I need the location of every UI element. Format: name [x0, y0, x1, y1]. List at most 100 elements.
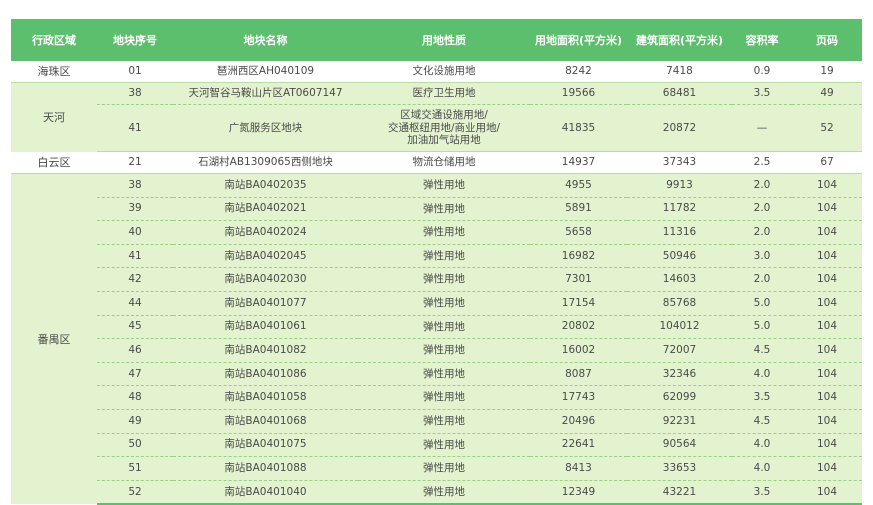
far-cell: — [732, 104, 792, 152]
land-use-cell: 区域交通设施用地/交通枢纽用地/商业用地/加油加气站用地 [358, 104, 530, 152]
floor-area-cell: 20872 [627, 104, 732, 152]
far-cell: 4.5 [732, 338, 792, 363]
parcel-no-cell: 49 [97, 409, 173, 434]
land-use-cell: 弹性用地 [358, 315, 530, 340]
land-use-line: 医疗卫生用地 [412, 87, 476, 100]
parcel-name-cell: 南站BA0401058 [173, 385, 358, 410]
land-area-cell: 5658 [530, 220, 627, 245]
table-row: 番禺区 38 南站BA0402035 弹性用地 4955 9913 2.0 104 [11, 173, 862, 505]
land-use-line: 弹性用地 [423, 226, 465, 239]
parcel-name-cell: 南站BA0401068 [173, 409, 358, 434]
floor-area-cell: 43221 [627, 480, 732, 505]
land-use-line: 弹性用地 [423, 391, 465, 404]
land-area-cell: 14937 [530, 151, 627, 174]
table-row: 52 南站BA0401040 弹性用地 12349 43221 3.5 104 [11, 480, 862, 505]
table-header: 行政区域 地块序号 地块名称 用地性质 用地面积(平方米) 建筑面积(平方米) … [11, 19, 862, 61]
far-cell: 2.0 [732, 173, 792, 198]
land-use-line: 弹性用地 [423, 249, 465, 262]
land-area-cell: 22641 [530, 433, 627, 458]
page-cell: 104 [792, 456, 862, 481]
page-cell: 104 [792, 433, 862, 458]
land-area-cell: 8087 [530, 362, 627, 387]
land-use-line: 区域交通设施用地/ [400, 109, 488, 122]
land-use-cell: 弹性用地 [358, 456, 530, 481]
land-use-line: 弹性用地 [423, 438, 465, 451]
header-floor-area: 建筑面积(平方米) [627, 19, 732, 61]
district-cell: 白云区 [11, 151, 97, 174]
page-cell: 19 [792, 61, 862, 83]
table-row: 45 南站BA0401061 弹性用地 20802 104012 5.0 104 [11, 315, 862, 340]
table-row: 海珠区 01 琶洲西区AH040109 文化设施用地 8242 7418 0.9 19 [11, 61, 862, 83]
table-body: 海珠区 01 琶洲西区AH040109 文化设施用地 8242 7418 0.9 19 天河 38… [11, 61, 862, 505]
parcel-no-cell: 42 [97, 267, 173, 292]
land-area-cell: 12349 [530, 480, 627, 505]
land-use-cell: 文化设施用地 [358, 61, 530, 83]
land-use-line: 加油加气站用地 [407, 134, 481, 147]
land-use-cell: 弹性用地 [358, 197, 530, 222]
land-use-line: 弹性用地 [423, 462, 465, 475]
table-row: 46 南站BA0401082 弹性用地 16002 72007 4.5 104 [11, 338, 862, 363]
floor-area-cell: 32346 [627, 362, 732, 387]
land-parcel-table: 行政区域 地块序号 地块名称 用地性质 用地面积(平方米) 建筑面积(平方米) … [11, 19, 862, 505]
land-use-cell: 弹性用地 [358, 385, 530, 410]
parcel-name-cell: 南站BA0401040 [173, 480, 358, 505]
page-cell: 104 [792, 244, 862, 269]
land-use-cell: 弹性用地 [358, 338, 530, 363]
land-use-line: 弹性用地 [423, 485, 465, 498]
far-cell: 3.5 [732, 82, 792, 105]
floor-area-cell: 9913 [627, 173, 732, 198]
parcel-no-cell: 45 [97, 315, 173, 340]
page-cell: 104 [792, 409, 862, 434]
land-area-cell: 8242 [530, 61, 627, 83]
page-cell: 52 [792, 104, 862, 152]
land-use-line: 弹性用地 [423, 273, 465, 286]
land-use-line: 交通枢纽用地/商业用地/ [387, 121, 501, 134]
parcel-no-cell: 48 [97, 385, 173, 410]
floor-area-cell: 7418 [627, 61, 732, 83]
land-area-cell: 16002 [530, 338, 627, 363]
far-cell: 4.5 [732, 409, 792, 434]
floor-area-cell: 72007 [627, 338, 732, 363]
parcel-name-cell: 南站BA0401082 [173, 338, 358, 363]
land-use-cell: 物流仓储用地 [358, 151, 530, 174]
floor-area-cell: 62099 [627, 385, 732, 410]
page-cell: 104 [792, 291, 862, 316]
far-cell: 2.0 [732, 197, 792, 222]
table-row: 41 广氮服务区地块 区域交通设施用地/交通枢纽用地/商业用地/加油加气站用地 418… [11, 104, 862, 152]
land-use-cell: 弹性用地 [358, 433, 530, 458]
land-area-cell: 20802 [530, 315, 627, 340]
table-row: 天河 38 天河智谷马鞍山片区AT0607147 医疗卫生用地 19566 68481 3.… [11, 82, 862, 152]
far-cell: 3.5 [732, 480, 792, 505]
parcel-no-cell: 38 [97, 173, 173, 198]
land-use-cell: 弹性用地 [358, 244, 530, 269]
page-cell: 104 [792, 315, 862, 340]
land-use-line: 弹性用地 [423, 297, 465, 310]
floor-area-cell: 85768 [627, 291, 732, 316]
page-cell: 104 [792, 385, 862, 410]
table-row: 51 南站BA0401088 弹性用地 8413 33653 4.0 104 [11, 456, 862, 481]
far-cell: 2.0 [732, 220, 792, 245]
district-cell: 番禺区 [11, 173, 97, 505]
land-area-cell: 17743 [530, 385, 627, 410]
land-use-cell: 弹性用地 [358, 220, 530, 245]
parcel-no-cell: 40 [97, 220, 173, 245]
land-area-cell: 19566 [530, 82, 627, 105]
parcel-name-cell: 琶洲西区AH040109 [173, 61, 358, 83]
page-cell: 104 [792, 480, 862, 505]
header-land-use: 用地性质 [358, 19, 530, 61]
floor-area-cell: 50946 [627, 244, 732, 269]
parcel-name-cell: 南站BA0402021 [173, 197, 358, 222]
floor-area-cell: 11316 [627, 220, 732, 245]
land-use-line: 物流仓储用地 [412, 156, 476, 169]
land-use-line: 文化设施用地 [412, 65, 476, 78]
far-cell: 5.0 [732, 291, 792, 316]
far-cell: 3.5 [732, 385, 792, 410]
land-use-line: 弹性用地 [423, 367, 465, 380]
far-cell: 0.9 [732, 61, 792, 83]
land-use-line: 弹性用地 [423, 344, 465, 357]
land-use-cell: 弹性用地 [358, 409, 530, 434]
land-area-cell: 7301 [530, 267, 627, 292]
floor-area-cell: 11782 [627, 197, 732, 222]
page-cell: 104 [792, 220, 862, 245]
land-area-cell: 41835 [530, 104, 627, 152]
